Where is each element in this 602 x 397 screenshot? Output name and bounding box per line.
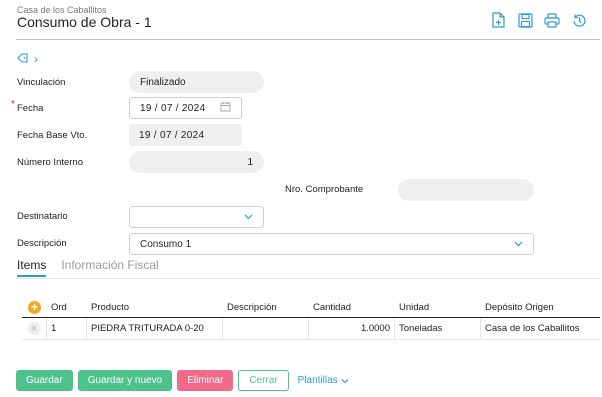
vinculacion-label: Vinculación xyxy=(17,77,66,88)
guardar-nuevo-button[interactable]: Guardar y nuevo xyxy=(77,370,173,391)
column-header: Depósito Origen xyxy=(485,301,554,313)
destinatario-label: Destinatario xyxy=(17,211,68,222)
chevron-down-icon[interactable] xyxy=(514,239,523,250)
tag-icon[interactable] xyxy=(17,52,28,66)
calendar-icon[interactable] xyxy=(220,101,231,115)
column-header: Descripción xyxy=(227,301,277,313)
plantillas-button[interactable]: Plantillas xyxy=(294,370,353,391)
vinculacion-field[interactable]: Finalizado xyxy=(129,71,264,93)
fecha-base-value: 19 / 07 / 2024 xyxy=(139,129,205,141)
destinatario-select[interactable] xyxy=(129,206,264,228)
new-doc-icon[interactable] xyxy=(489,11,507,29)
column-header: Producto xyxy=(91,301,130,313)
tab-items[interactable]: Items xyxy=(17,258,47,277)
column-header: Ord xyxy=(51,301,67,313)
table-row[interactable]: ✕ 1 PIEDRA TRITURADA 0-20 1.0000 Tonelad… xyxy=(22,318,600,340)
tab-bar: Items Información Fiscal xyxy=(17,258,159,277)
action-buttons: Guardar Guardar y nuevo Eliminar Cerrar … xyxy=(16,370,353,391)
vinculacion-value: Finalizado xyxy=(140,76,186,88)
numero-interno-field[interactable]: 1 xyxy=(129,151,264,173)
add-row-icon[interactable]: + xyxy=(28,300,41,314)
tag-chevron-icon[interactable]: › xyxy=(34,52,38,66)
column-header: Cantidad xyxy=(313,301,352,313)
descripcion-label: Descripción xyxy=(17,238,67,249)
guardar-button[interactable]: Guardar xyxy=(16,370,73,391)
descripcion-value: Consumo 1 xyxy=(140,238,192,250)
fecha-base-field: 19 / 07 / 2024 xyxy=(129,124,242,146)
numero-interno-value: 1 xyxy=(247,156,253,168)
toolbar xyxy=(489,11,588,29)
cell-cantidad[interactable]: 1.0000 xyxy=(309,318,395,339)
cell-ord[interactable]: 1 xyxy=(47,318,87,339)
chevron-down-icon xyxy=(341,378,349,383)
cell-unidad[interactable]: Toneladas xyxy=(395,318,481,339)
save-icon[interactable] xyxy=(516,11,534,29)
numero-interno-label: Número Interno xyxy=(17,157,84,168)
tab-informacion-fiscal[interactable]: Información Fiscal xyxy=(61,258,158,277)
add-row-cell: + xyxy=(22,297,47,317)
cerrar-button[interactable]: Cerrar xyxy=(238,370,289,391)
nro-comprobante-field[interactable] xyxy=(398,179,534,201)
fecha-label: Fecha xyxy=(17,103,44,114)
delete-row-icon[interactable]: ✕ xyxy=(27,322,41,335)
delete-row-cell: ✕ xyxy=(22,318,47,339)
table-header: + Ord Producto Descripción Cantidad Unid… xyxy=(22,297,600,318)
tag-row[interactable]: › xyxy=(17,52,38,66)
fecha-input[interactable]: 19 / 07 / 2024 xyxy=(129,97,242,119)
items-table: + Ord Producto Descripción Cantidad Unid… xyxy=(22,297,600,340)
cell-producto[interactable]: PIEDRA TRITURADA 0-20 xyxy=(87,318,223,339)
column-header: Unidad xyxy=(399,301,430,313)
eliminar-button[interactable]: Eliminar xyxy=(177,370,234,391)
cell-deposito[interactable]: Casa de los Caballitos xyxy=(481,318,600,339)
history-icon[interactable] xyxy=(570,11,588,29)
descripcion-select[interactable]: Consumo 1 xyxy=(129,233,534,255)
nro-comprobante-label: Nro. Comprobante xyxy=(285,184,364,195)
print-icon[interactable] xyxy=(543,11,561,29)
tabs-divider xyxy=(16,278,600,279)
page-title: Consumo de Obra - 1 xyxy=(17,14,152,30)
fecha-base-label: Fecha Base Vto. xyxy=(17,130,88,141)
chevron-down-icon[interactable] xyxy=(244,212,253,223)
header-divider xyxy=(16,39,600,40)
required-marker: * xyxy=(11,99,15,110)
fecha-value: 19 / 07 / 2024 xyxy=(140,102,206,114)
cell-descripcion[interactable] xyxy=(223,318,309,339)
plantillas-label: Plantillas xyxy=(297,375,338,386)
